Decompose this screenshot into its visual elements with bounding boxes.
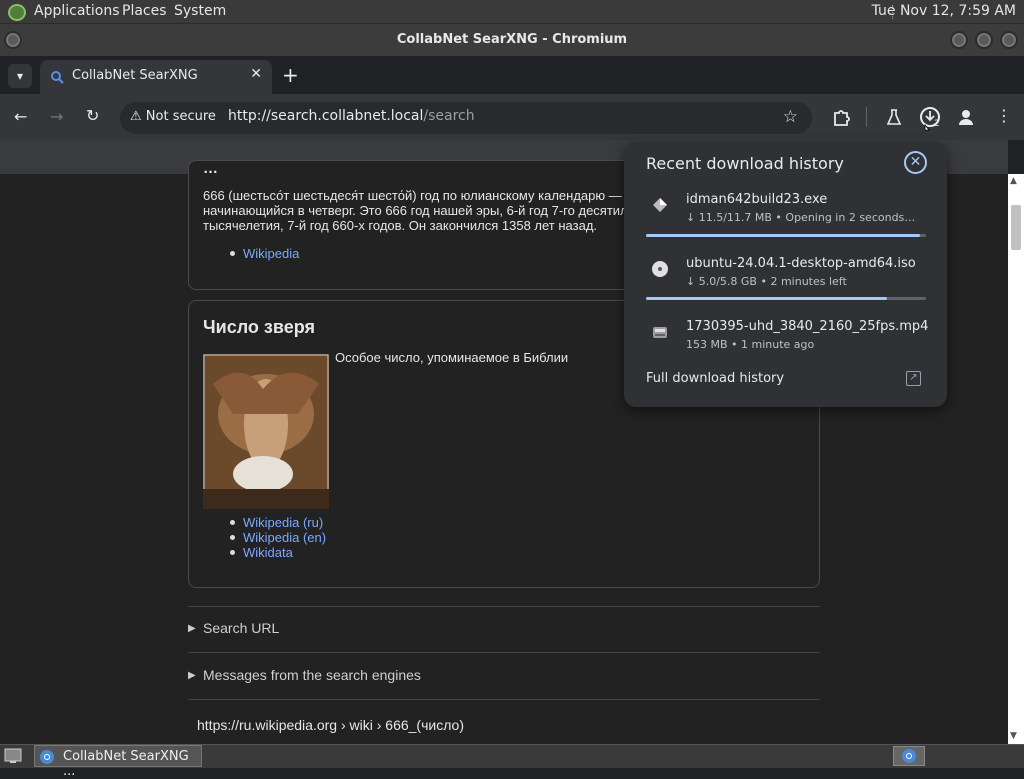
download-item[interactable]: ubuntu-24.04.1-desktop-amd64.iso ↓ 5.0/5…: [624, 252, 947, 312]
disclosure-triangle-icon[interactable]: ▶: [188, 623, 196, 634]
searxng-favicon-icon: [51, 71, 64, 84]
card-text-line: начинающийся в четверг. Это 666 год наше…: [203, 203, 628, 218]
divider: [188, 699, 820, 700]
download-progress-bar: [646, 297, 926, 300]
list-bullet: [230, 550, 235, 555]
back-icon[interactable]: ←: [14, 107, 27, 126]
exe-file-icon: [653, 198, 667, 212]
os-logo-icon[interactable]: [8, 4, 26, 21]
search-url-summary[interactable]: Search URL: [203, 620, 279, 636]
download-status: ↓ 5.0/5.8 GB • 2 minutes left: [686, 275, 847, 288]
profile-avatar-icon[interactable]: [956, 107, 976, 127]
list-bullet: [230, 251, 235, 256]
downloads-icon[interactable]: [918, 105, 944, 131]
labs-flask-icon[interactable]: [884, 107, 904, 127]
disc-image-icon: [652, 261, 668, 277]
divider: [188, 606, 820, 607]
reload-icon[interactable]: ↻: [86, 106, 99, 125]
taskbar-window-button[interactable]: CollabNet SearXNG ...: [34, 745, 202, 779]
infobox-description: Особое число, упоминаемое в Библии: [335, 350, 569, 365]
download-status: 153 MB • 1 minute ago: [686, 338, 815, 351]
new-tab-button[interactable]: +: [282, 63, 299, 87]
tab-search-button[interactable]: ▾: [8, 64, 32, 88]
url-text[interactable]: http://search.collabnet.local/search: [228, 108, 475, 124]
download-progress-fill: [646, 234, 921, 237]
scrollbar-thumb[interactable]: [1011, 205, 1021, 250]
disclosure-triangle-icon[interactable]: ▶: [188, 670, 196, 681]
download-item[interactable]: 1730395-uhd_3840_2160_25fps.mp4 153 MB •…: [624, 315, 947, 375]
download-status: ↓ 11.5/11.7 MB • Opening in 2 seconds…: [686, 211, 916, 224]
download-count-badge: 2: [934, 119, 940, 129]
scroll-up-icon[interactable]: ▲: [1010, 176, 1017, 186]
chromium-tray-icon: [902, 749, 916, 763]
wikidata-link[interactable]: Wikidata: [243, 545, 293, 560]
close-window-button[interactable]: [1000, 31, 1018, 49]
minimize-button[interactable]: [950, 31, 968, 49]
video-file-icon: [653, 327, 667, 338]
warning-icon: ⚠: [130, 109, 146, 124]
show-desktop-icon[interactable]: [4, 748, 22, 764]
forward-icon[interactable]: →: [50, 107, 63, 126]
open-in-new-icon[interactable]: ↗: [906, 371, 921, 386]
wikipedia-en-link[interactable]: Wikipedia (en): [243, 530, 326, 545]
tab-close-icon[interactable]: ✕: [250, 66, 262, 82]
card-text-line: тысячелетия, 7-й год 660-х годов. Он зак…: [203, 218, 598, 233]
close-icon[interactable]: ✕: [904, 151, 927, 174]
address-bar[interactable]: ⚠ Not secure http://search.collabnet.loc…: [120, 102, 812, 134]
system-menu[interactable]: System: [174, 3, 226, 19]
page-scrollbar[interactable]: [1008, 174, 1024, 744]
red-dragon-painting-image[interactable]: [203, 354, 329, 509]
tab-active[interactable]: CollabNet SearXNG ✕: [40, 60, 272, 94]
maximize-button[interactable]: [975, 31, 993, 49]
clock[interactable]: Tue Nov 12, 7:59 AM: [872, 3, 1016, 19]
tab-title: CollabNet SearXNG: [72, 68, 198, 83]
tray-chromium-button[interactable]: [893, 746, 925, 766]
wikipedia-link[interactable]: Wikipedia: [243, 246, 299, 261]
divider: [188, 652, 820, 653]
download-progress-fill: [646, 297, 887, 300]
bookmark-star-icon[interactable]: ☆: [783, 107, 798, 127]
window-titlebar[interactable]: CollabNet SearXNG - Chromium: [0, 24, 1024, 56]
toolbar-divider: [866, 107, 867, 127]
list-bullet: [230, 535, 235, 540]
extensions-puzzle-icon[interactable]: [831, 107, 851, 127]
window-menu-button[interactable]: [4, 31, 22, 49]
chromium-icon: [40, 750, 54, 764]
places-menu[interactable]: Places: [122, 3, 167, 19]
os-top-panel: Applications Places System Tue Nov 12, 7…: [0, 0, 1024, 24]
download-item[interactable]: idman642build23.exe ↓ 11.5/11.7 MB • Ope…: [624, 188, 947, 248]
download-filename: idman642build23.exe: [686, 192, 828, 207]
full-download-history-link[interactable]: Full download history: [646, 371, 784, 386]
card-text-line: 666 (шестьсо́т шестьдеся́т шесто́й) год …: [203, 188, 622, 203]
download-filename: ubuntu-24.04.1-desktop-amd64.iso: [686, 256, 916, 271]
menu-kebab-icon[interactable]: ⋮: [996, 106, 1012, 125]
engine-messages-summary[interactable]: Messages from the search engines: [203, 667, 421, 683]
applications-menu[interactable]: Applications: [34, 3, 120, 19]
list-bullet: [230, 520, 235, 525]
card-heading-fragment: …: [203, 160, 218, 177]
taskbar-window-label: CollabNet SearXNG ...: [63, 749, 189, 779]
wikipedia-ru-link[interactable]: Wikipedia (ru): [243, 515, 323, 530]
download-bubble-title: Recent download history: [646, 154, 844, 173]
download-filename: 1730395-uhd_3840_2160_25fps.mp4: [686, 319, 929, 334]
not-secure-chip[interactable]: ⚠ Not secure: [130, 109, 216, 124]
infobox-title: Число зверя: [203, 317, 315, 337]
result-url[interactable]: https://ru.wikipedia.org › wiki › 666_(ч…: [197, 717, 464, 733]
scroll-down-icon[interactable]: ▼: [1010, 731, 1017, 741]
download-progress-bar: [646, 234, 926, 237]
download-bubble: Recent download history ✕ idman642build2…: [624, 142, 947, 407]
window-title: CollabNet SearXNG - Chromium: [396, 32, 628, 47]
